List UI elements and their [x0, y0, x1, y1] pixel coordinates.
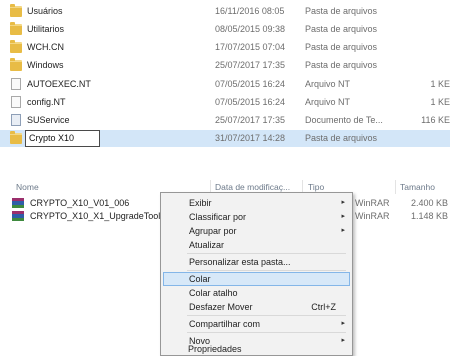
- menu-item-classificar-por[interactable]: Classificar por ▸: [163, 210, 350, 224]
- menu-item-personalizar[interactable]: Personalizar esta pasta...: [163, 255, 350, 269]
- top-file-list: Usuários 16/11/2016 08:05 Pasta de arqui…: [0, 0, 450, 178]
- file-date: 17/07/2015 07:04: [215, 42, 286, 52]
- menu-item-label: Exibir: [189, 198, 212, 208]
- file-name: Windows: [27, 60, 64, 70]
- file-type: Pasta de arquivos: [305, 60, 378, 70]
- folder-icon: [10, 40, 22, 53]
- file-date: 07/05/2015 16:24: [215, 79, 286, 89]
- menu-item-propriedades[interactable]: Propriedades: [162, 344, 349, 355]
- file-type: Arquivo NT: [305, 79, 351, 89]
- submenu-arrow-icon: ▸: [341, 320, 345, 327]
- file-icon: [11, 78, 21, 90]
- file-size: 1 KE: [430, 97, 450, 107]
- file-date: 07/05/2015 16:24: [215, 97, 286, 107]
- menu-item-colar[interactable]: Colar: [163, 272, 350, 286]
- menu-shortcut: Ctrl+Z: [311, 302, 336, 312]
- file-name: SUService: [27, 115, 70, 125]
- context-menu: Exibir ▸ Classificar por ▸ Agrupar por ▸…: [160, 192, 353, 356]
- menu-item-atualizar[interactable]: Atualizar: [163, 238, 350, 252]
- file-type: Pasta de arquivos: [305, 42, 378, 52]
- file-name: Utilitarios: [27, 24, 65, 34]
- menu-item-label: Classificar por: [189, 212, 247, 222]
- file-name: AUTOEXEC.NT: [27, 79, 91, 89]
- menu-item-label: Atualizar: [189, 240, 225, 250]
- menu-item-agrupar-por[interactable]: Agrupar por ▸: [163, 224, 350, 238]
- file-date: 08/05/2015 09:38: [215, 24, 286, 34]
- file-name: CRYPTO_X10_X1_UpgradeTool: [30, 211, 161, 221]
- folder-icon: [10, 4, 22, 17]
- file-size: [400, 39, 450, 56]
- column-divider[interactable]: [395, 180, 396, 194]
- menu-separator: [187, 253, 346, 254]
- menu-item-label: Compartilhar com: [189, 319, 261, 329]
- submenu-arrow-icon: ▸: [341, 227, 345, 234]
- file-name: Usuários: [27, 6, 63, 16]
- menu-item-label: Desfazer Mover: [189, 302, 253, 312]
- file-row[interactable]: WCH.CN 17/07/2015 07:04 Pasta de arquivo…: [0, 39, 450, 56]
- file-type: Pasta de arquivos: [305, 133, 378, 143]
- file-row[interactable]: Windows 25/07/2017 17:35 Pasta de arquiv…: [0, 57, 450, 74]
- rename-input[interactable]: Crypto X10: [25, 130, 100, 147]
- file-size: [400, 3, 450, 20]
- menu-separator: [187, 270, 346, 271]
- file-name: config.NT: [27, 97, 66, 107]
- file-type: Pasta de arquivos: [305, 6, 378, 16]
- file-name: WCH.CN: [27, 42, 64, 52]
- menu-item-colar-atalho[interactable]: Colar atalho: [163, 286, 350, 300]
- file-size: 1 KE: [430, 79, 450, 89]
- file-size: [400, 21, 450, 38]
- file-size: [400, 130, 450, 147]
- file-type: WinRAR: [355, 211, 390, 221]
- menu-item-label: Colar atalho: [189, 288, 238, 298]
- folder-icon: [10, 58, 22, 71]
- file-type: Arquivo NT: [305, 97, 351, 107]
- menu-item-label: Personalizar esta pasta...: [189, 257, 291, 267]
- file-row[interactable]: config.NT 07/05/2015 16:24 Arquivo NT 1 …: [0, 94, 450, 111]
- submenu-arrow-icon: ▸: [341, 213, 345, 220]
- text-document-icon: [11, 114, 21, 126]
- submenu-arrow-icon: ▸: [341, 199, 345, 206]
- file-size: 116 KE: [421, 115, 450, 125]
- file-row[interactable]: AUTOEXEC.NT 07/05/2015 16:24 Arquivo NT …: [0, 76, 450, 93]
- menu-item-exibir[interactable]: Exibir ▸: [163, 196, 350, 210]
- file-date: 25/07/2017 17:35: [215, 115, 286, 125]
- file-icon: [11, 96, 21, 108]
- file-row[interactable]: SUService 25/07/2017 17:35 Documento de …: [0, 112, 450, 129]
- file-size: 1.148 KB: [410, 211, 448, 221]
- file-date: 16/11/2016 08:05: [215, 6, 285, 16]
- column-header-name[interactable]: Nome: [16, 180, 39, 194]
- menu-item-label: Propriedades: [188, 344, 242, 354]
- file-size: [400, 57, 450, 74]
- menu-item-desfazer-mover[interactable]: Desfazer Mover Ctrl+Z: [163, 300, 350, 314]
- file-row[interactable]: Usuários 16/11/2016 08:05 Pasta de arqui…: [0, 3, 450, 20]
- file-type: Pasta de arquivos: [305, 24, 378, 34]
- menu-separator: [187, 332, 346, 333]
- file-row[interactable]: Utilitarios 08/05/2015 09:38 Pasta de ar…: [0, 21, 450, 38]
- winrar-icon: [12, 198, 24, 208]
- column-header-size[interactable]: Tamanho: [400, 180, 435, 194]
- folder-icon: [10, 22, 22, 35]
- winrar-icon: [12, 211, 24, 221]
- folder-icon: [10, 131, 22, 144]
- menu-item-label: Colar: [189, 274, 211, 284]
- menu-separator: [187, 315, 346, 316]
- file-type: Documento de Te...: [305, 115, 383, 125]
- menu-item-compartilhar[interactable]: Compartilhar com ▸: [163, 317, 350, 331]
- menu-item-label: Agrupar por: [189, 226, 237, 236]
- file-date: 25/07/2017 17:35: [215, 60, 286, 70]
- file-date: 31/07/2017 14:28: [215, 133, 286, 143]
- file-row-selected[interactable]: Crypto X10 31/07/2017 14:28 Pasta de arq…: [0, 130, 450, 147]
